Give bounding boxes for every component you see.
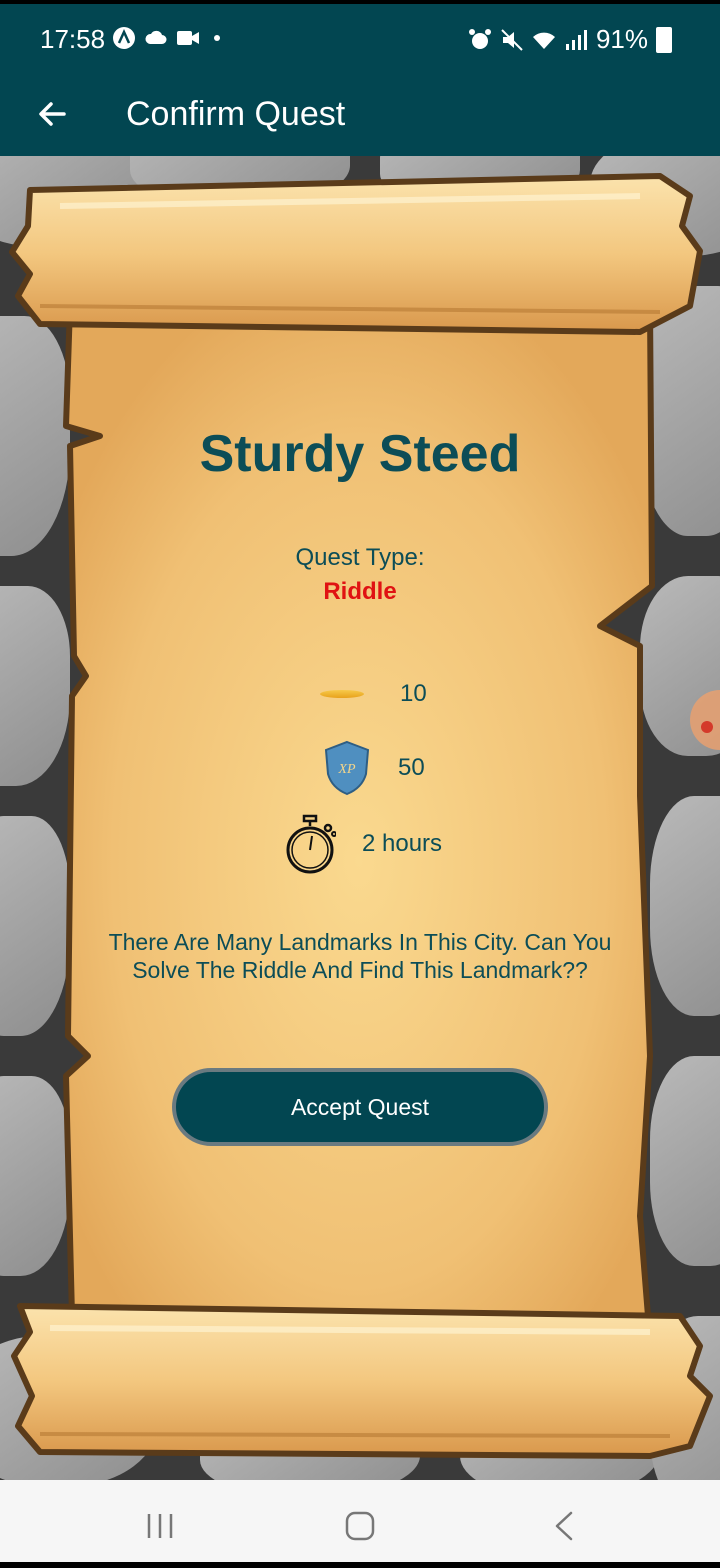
stopwatch-icon (286, 814, 336, 874)
home-button[interactable] (336, 1502, 384, 1550)
xp-shield-icon: XP (324, 740, 370, 796)
status-right: 91% (468, 24, 672, 55)
status-bar: 17:58 91% (0, 0, 720, 76)
xp-badge-text: XP (337, 762, 356, 777)
more-notifications-dot-icon (214, 35, 220, 41)
home-icon (345, 1511, 375, 1541)
signal-icon (565, 29, 587, 50)
status-time: 17:58 (40, 24, 106, 54)
nav-back-icon (555, 1511, 573, 1541)
battery-percent: 91% (595, 24, 648, 54)
quest-description: There Are Many Landmarks In This City. C… (108, 929, 612, 983)
wifi-icon (532, 32, 555, 49)
back-button[interactable] (28, 90, 76, 138)
floating-assistant-dot-icon (701, 721, 713, 733)
quest-type-value: Riddle (323, 578, 397, 605)
quest-type-label: Quest Type: (295, 544, 425, 571)
page-title: Confirm Quest (126, 95, 346, 133)
xp-reward-row: XP 50 (324, 740, 425, 796)
notification-icons (112, 26, 220, 50)
duration-row: 2 hours (284, 814, 442, 874)
video-call-icon (177, 31, 199, 45)
back-arrow-icon (39, 102, 66, 126)
nav-back-button[interactable] (540, 1502, 588, 1550)
accept-quest-button[interactable]: Accept Quest (172, 1068, 548, 1146)
app-bar: Confirm Quest (0, 76, 720, 156)
recent-apps-icon (147, 1514, 173, 1538)
coin-icon (320, 690, 364, 698)
duration-text: 2 hours (362, 830, 443, 857)
recent-apps-button[interactable] (136, 1502, 184, 1550)
xp-amount: 50 (398, 754, 425, 781)
quest-title: Sturdy Steed (199, 425, 521, 483)
mute-icon (501, 28, 523, 51)
battery-icon (656, 26, 672, 53)
coin-reward-row: 10 (320, 680, 427, 708)
system-navigation-bar (0, 1480, 720, 1568)
cloud-sync-icon (145, 30, 167, 44)
app-notification-icon (113, 27, 135, 49)
coin-amount: 10 (400, 680, 427, 707)
alarm-icon (468, 28, 491, 49)
